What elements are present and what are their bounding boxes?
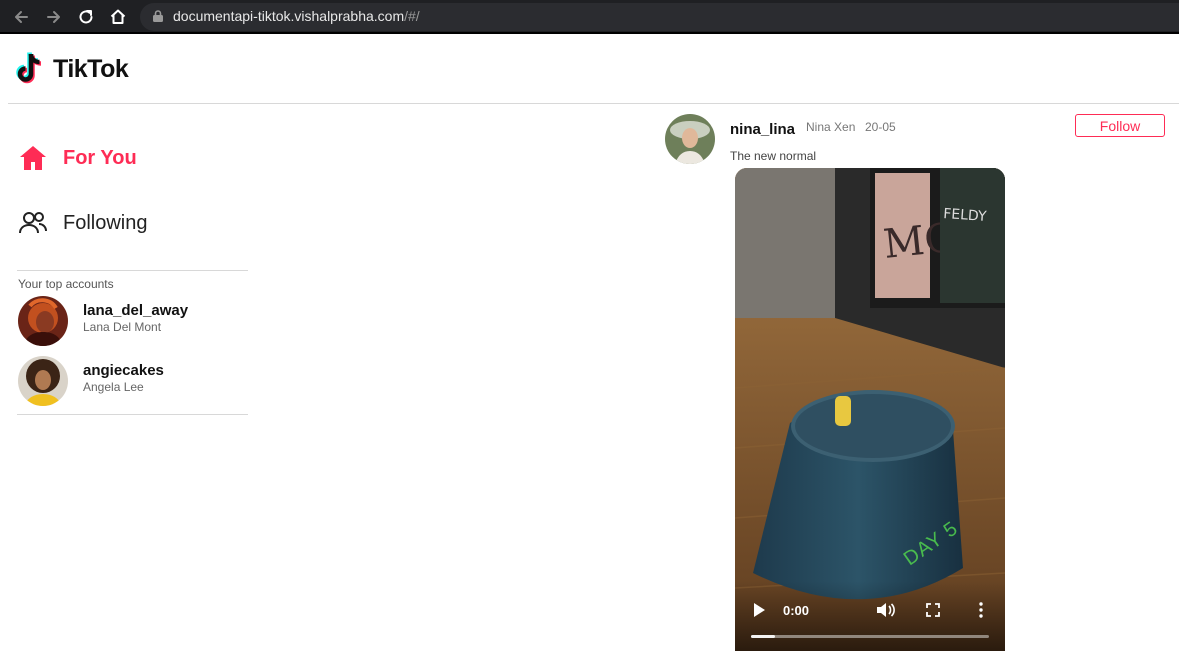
tiktok-logo-icon[interactable] [14, 50, 48, 88]
lock-icon [153, 10, 163, 22]
house-icon [110, 9, 126, 24]
follow-button[interactable]: Follow [1075, 114, 1165, 137]
post-date: 20-05 [865, 120, 896, 134]
video-player[interactable]: MOË FELDY DAY 5 0:00 [735, 168, 1005, 651]
svg-text:FELDY: FELDY [943, 206, 988, 225]
video-time: 0:00 [783, 603, 810, 618]
home-icon [18, 143, 48, 173]
video-frame: MOË FELDY [735, 168, 1005, 651]
section-title: Your top accounts [18, 277, 114, 291]
fullscreen-icon [926, 603, 940, 617]
play-button[interactable] [749, 600, 769, 620]
sidebar-item-for-you[interactable]: For You [18, 143, 137, 173]
arrow-left-icon [15, 11, 28, 23]
play-icon [754, 603, 765, 617]
sidebar-item-label: For You [63, 146, 137, 169]
url-host: documentapi-tiktok.vishalprabha.com [173, 8, 405, 24]
url-text: documentapi-tiktok.vishalprabha.com/#/ [173, 8, 420, 24]
sidebar-divider [17, 414, 248, 415]
arrow-right-icon [47, 11, 60, 23]
top-account-item[interactable]: lana_del_away Lana Del Mont [18, 296, 248, 348]
post-username[interactable]: nina_lina [730, 121, 795, 138]
post-caption: The new normal [730, 149, 817, 163]
logo-wordmark[interactable]: TikTok [53, 55, 129, 84]
sidebar-item-following[interactable]: Following [18, 208, 147, 238]
app-header: TikTok [0, 36, 1179, 104]
more-options-button[interactable] [971, 600, 991, 620]
controls-overlay [735, 581, 1005, 651]
fullscreen-button[interactable] [923, 600, 943, 620]
account-name: Angela Lee [83, 380, 144, 394]
video-progress-fill [751, 635, 775, 638]
account-username: lana_del_away [83, 302, 189, 319]
sidebar-item-label: Following [63, 211, 148, 234]
reload-icon [79, 10, 93, 24]
account-name: Lana Del Mont [83, 320, 162, 334]
account-username: angiecakes [83, 362, 164, 379]
post-author-avatar[interactable] [665, 114, 715, 164]
forward-button[interactable] [43, 6, 65, 28]
avatar [18, 296, 68, 346]
avatar [18, 356, 68, 406]
mute-button[interactable] [875, 600, 897, 620]
volume-icon [877, 603, 895, 617]
browser-toolbar: documentapi-tiktok.vishalprabha.com/#/ [0, 0, 1179, 34]
top-account-item[interactable]: angiecakes Angela Lee [18, 356, 248, 408]
header-divider [8, 103, 1179, 104]
back-button[interactable] [10, 6, 32, 28]
url-path: /#/ [404, 8, 420, 24]
reload-button[interactable] [75, 6, 97, 28]
more-vertical-icon [979, 602, 983, 618]
users-icon [18, 208, 48, 238]
video-progress-bar[interactable] [751, 635, 989, 638]
post-author-name: Nina Xen [806, 120, 856, 134]
sidebar-divider [17, 270, 248, 271]
home-button[interactable] [107, 6, 129, 28]
